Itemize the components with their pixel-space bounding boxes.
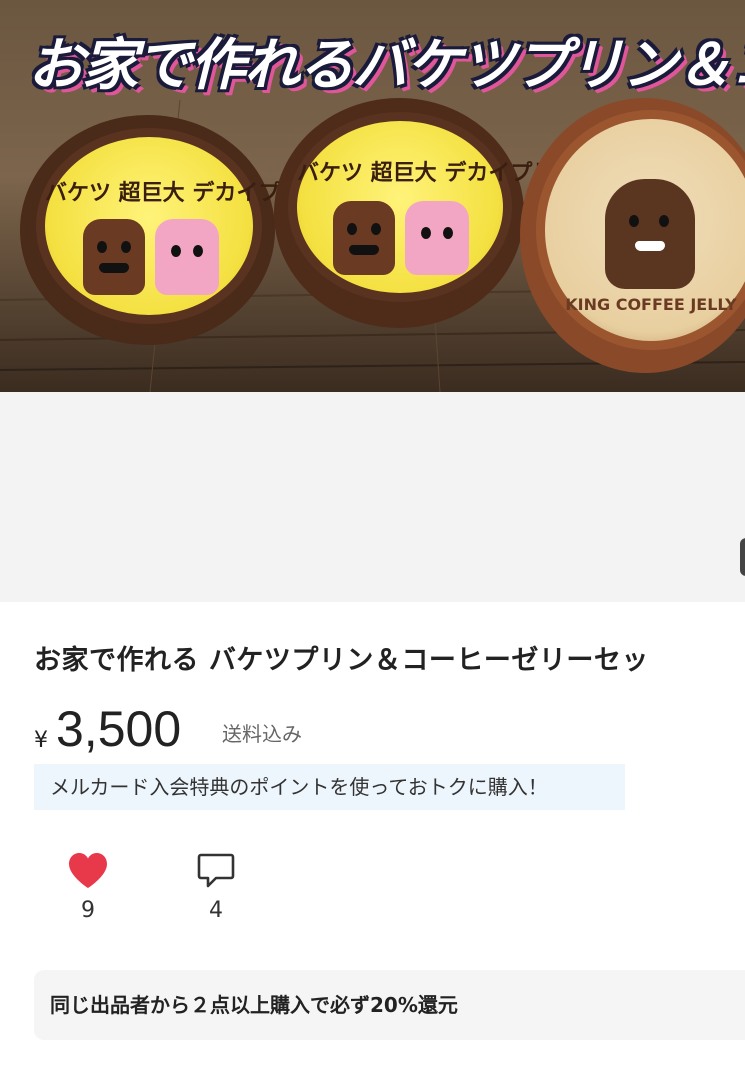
pink-character xyxy=(155,219,219,295)
product-image-carousel[interactable]: バケツ 超巨大 デカイプリン バケツ 超巨大 デカイプリン KING COFFE… xyxy=(0,0,745,602)
bundle-discount-notice[interactable]: 同じ出品者から２点以上購入で必ず20%還元 xyxy=(34,970,745,1040)
next-image-handle[interactable] xyxy=(740,538,745,576)
choco-character xyxy=(83,219,145,295)
photo-overlay-title: お家で作れるバケツプリン＆コーヒーゼリーセッ xyxy=(28,33,745,98)
pudding-lid-2: バケツ 超巨大 デカイプリン xyxy=(288,112,577,302)
coffee-character xyxy=(605,179,695,289)
comment-icon xyxy=(196,853,236,894)
product-title: お家で作れる バケツプリン＆コーヒーゼリーセッ xyxy=(34,645,649,676)
like-count: 9 xyxy=(81,898,95,923)
like-button[interactable]: 9 xyxy=(58,852,118,923)
comment-button[interactable]: 4 xyxy=(186,852,246,923)
heart-icon xyxy=(67,853,109,894)
pudding-lid-1: バケツ 超巨大 デカイプリン xyxy=(36,128,325,324)
pink-character xyxy=(405,201,469,275)
choco-character xyxy=(333,201,395,275)
lid-1-label: バケツ 超巨大 デカイプリン xyxy=(45,181,325,206)
promo-banner[interactable]: メルカード入会特典のポイントを使っておトクに購入！ xyxy=(34,764,625,810)
currency-symbol: ¥ xyxy=(34,728,48,753)
comment-count: 4 xyxy=(209,898,223,923)
product-photo: バケツ 超巨大 デカイプリン バケツ 超巨大 デカイプリン KING COFFE… xyxy=(0,0,745,392)
shipping-label: 送料込み xyxy=(222,722,302,746)
price-value: 3,500 xyxy=(56,701,182,757)
lid-2-label: バケツ 超巨大 デカイプリン xyxy=(297,161,577,186)
lid-3-label: KING COFFEE JELLY xyxy=(565,295,737,314)
